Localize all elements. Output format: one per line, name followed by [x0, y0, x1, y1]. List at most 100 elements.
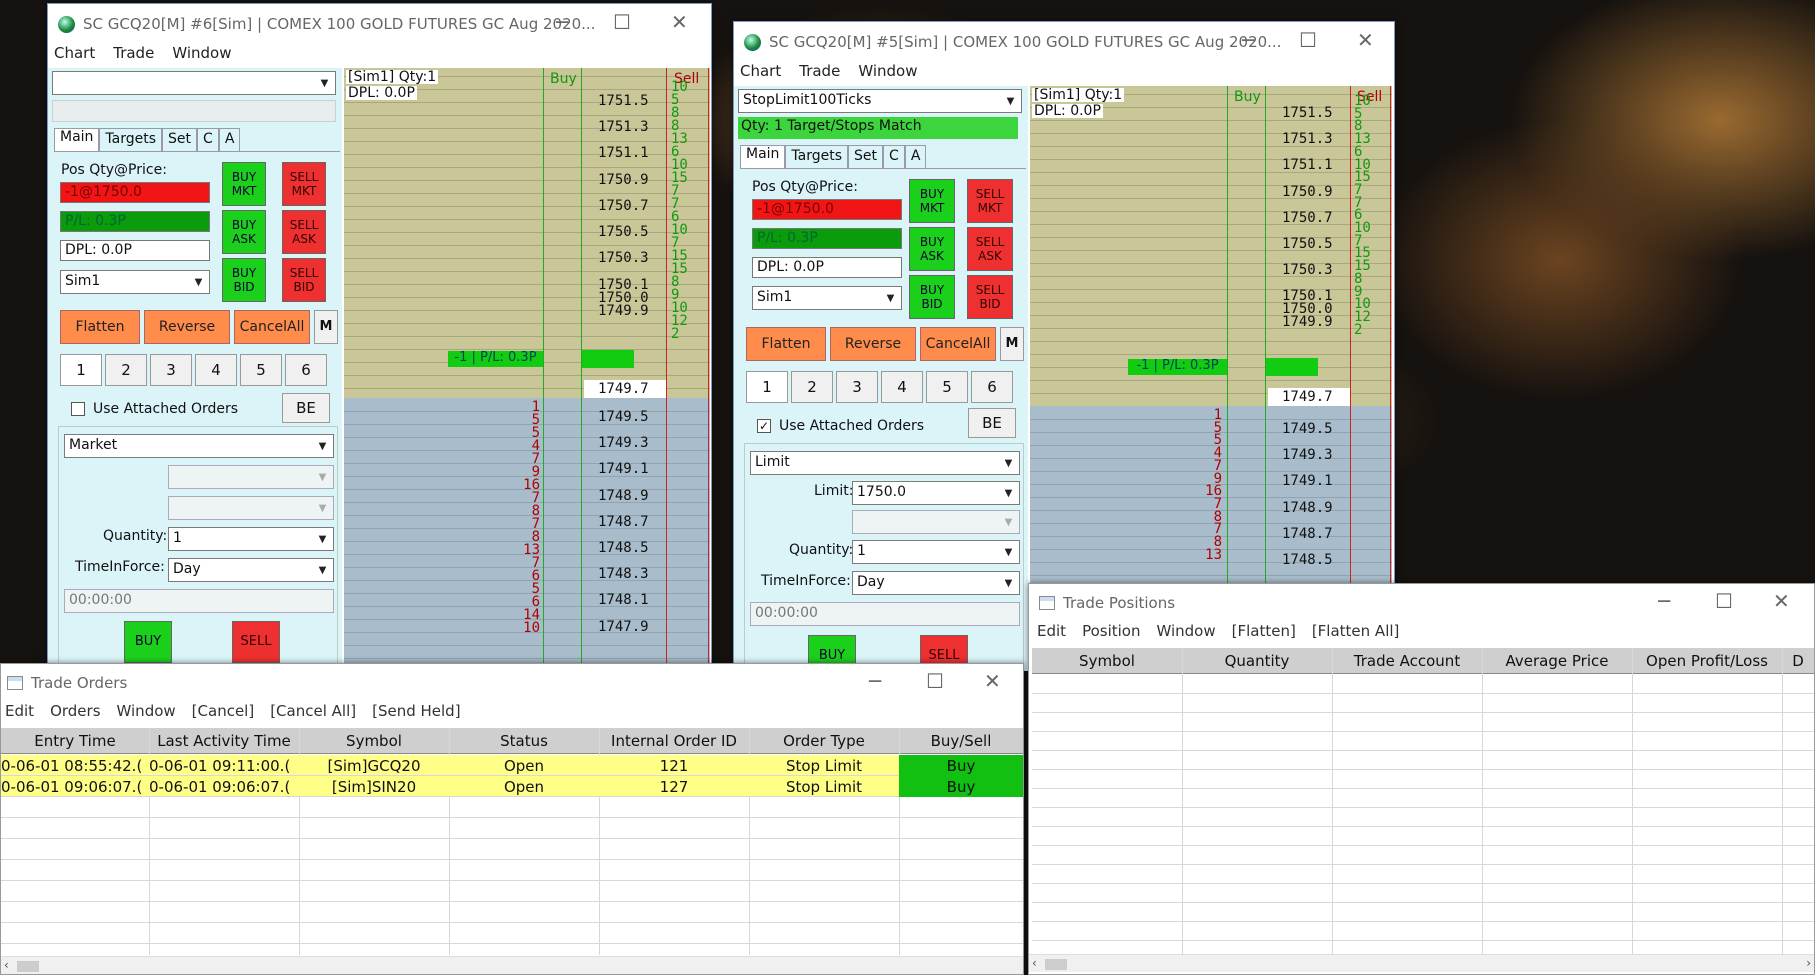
tab-main[interactable]: Main: [54, 128, 100, 151]
minimize-icon[interactable]: ─: [869, 669, 881, 693]
title-bar[interactable]: SC GCQ20[M] #6[Sim] | COMEX 100 GOLD FUT…: [48, 4, 711, 44]
buy-ask-button[interactable]: BUY ASK: [222, 210, 266, 254]
scroll-left-icon[interactable]: ‹: [4, 958, 9, 972]
sell-bid-button[interactable]: SELL BID: [282, 258, 326, 302]
breakeven-button[interactable]: BE: [282, 393, 330, 423]
flatten-button[interactable]: Flatten: [746, 327, 826, 361]
limit-price-input[interactable]: 1750.0 ▼: [852, 481, 1020, 505]
tab-main[interactable]: Main: [740, 145, 786, 168]
buy-bid-button[interactable]: BUY BID: [909, 275, 955, 319]
quantity-preset-2[interactable]: 2: [791, 371, 833, 403]
use-attached-orders-checkbox[interactable]: [71, 402, 85, 416]
title-bar[interactable]: SC GCQ20[M] #5[Sim] | COMEX 100 GOLD FUT…: [734, 22, 1394, 62]
tab-set[interactable]: Set: [848, 145, 884, 168]
menu-cancel-all[interactable]: [Cancel All]: [270, 702, 356, 726]
scroll-right-icon[interactable]: ›: [1806, 956, 1811, 970]
menu-window[interactable]: Window: [172, 44, 231, 68]
account-select[interactable]: Sim1 ▼: [60, 270, 210, 294]
buy-ask-button[interactable]: BUY ASK: [909, 227, 955, 271]
trading-config-select[interactable]: StopLimit100Ticks ▼: [738, 89, 1022, 113]
trading-config-select[interactable]: ▼: [52, 71, 336, 95]
sell-bid-button[interactable]: SELL BID: [967, 275, 1013, 319]
quantity-preset-5[interactable]: 5: [240, 354, 282, 386]
quantity-preset-4[interactable]: 4: [195, 354, 237, 386]
buy-market-button[interactable]: BUY MKT: [909, 179, 955, 223]
cancel-all-button[interactable]: CancelAll: [234, 310, 310, 344]
menu-edit[interactable]: Edit: [5, 702, 34, 726]
sell-ask-button[interactable]: SELL ASK: [282, 210, 326, 254]
m-button[interactable]: M: [1000, 327, 1024, 361]
maximize-icon[interactable]: ☐: [1299, 28, 1317, 52]
menu-trade[interactable]: Trade: [113, 44, 154, 68]
menu-cancel[interactable]: [Cancel]: [192, 702, 255, 726]
close-icon[interactable]: ✕: [1773, 589, 1790, 613]
sell-ask-button[interactable]: SELL ASK: [967, 227, 1013, 271]
quantity-preset-4[interactable]: 4: [881, 371, 923, 403]
menu-flatten[interactable]: [Flatten]: [1232, 622, 1296, 646]
account-select[interactable]: Sim1 ▼: [752, 286, 902, 310]
quantity-preset-5[interactable]: 5: [926, 371, 968, 403]
tab-c[interactable]: C: [197, 128, 219, 151]
m-button[interactable]: M: [314, 310, 338, 344]
title-bar[interactable]: Trade Positions: [1029, 584, 1814, 622]
quantity-input[interactable]: 1 ▼: [852, 540, 1020, 564]
scroll-thumb[interactable]: [1045, 959, 1067, 970]
scroll-left-icon[interactable]: ‹: [1032, 956, 1037, 970]
menu-chart[interactable]: Chart: [740, 62, 781, 86]
tif-select[interactable]: Day ▼: [168, 558, 334, 582]
tab-targets[interactable]: Targets: [785, 145, 849, 168]
menu-flatten-all[interactable]: [Flatten All]: [1312, 622, 1400, 646]
menu-window[interactable]: Window: [1156, 622, 1215, 646]
menu-position[interactable]: Position: [1082, 622, 1140, 646]
tab-set[interactable]: Set: [162, 128, 198, 151]
minimize-icon[interactable]: ─: [1658, 589, 1670, 613]
quantity-preset-6[interactable]: 6: [285, 354, 327, 386]
sell-button[interactable]: SELL: [232, 621, 280, 663]
close-icon[interactable]: ✕: [984, 669, 1001, 693]
sell-market-button[interactable]: SELL MKT: [282, 162, 326, 206]
quantity-preset-1[interactable]: 1: [60, 354, 102, 386]
positions-table[interactable]: Symbol Quantity Trade Account Average Price…: [1032, 648, 1814, 954]
tab-targets[interactable]: Targets: [99, 128, 163, 151]
quantity-preset-3[interactable]: 3: [836, 371, 878, 403]
close-icon[interactable]: ✕: [671, 10, 688, 34]
menu-window[interactable]: Window: [117, 702, 176, 726]
tif-select[interactable]: Day ▼: [852, 571, 1020, 595]
use-attached-orders-checkbox[interactable]: ✓: [757, 419, 771, 433]
menu-orders[interactable]: Orders: [50, 702, 100, 726]
menu-trade[interactable]: Trade: [799, 62, 840, 86]
menu-send-held[interactable]: [Send Held]: [372, 702, 460, 726]
breakeven-button[interactable]: BE: [968, 408, 1016, 438]
buy-bid-button[interactable]: BUY BID: [222, 258, 266, 302]
menu-window[interactable]: Window: [858, 62, 917, 86]
maximize-icon[interactable]: ☐: [926, 669, 944, 693]
quantity-preset-3[interactable]: 3: [150, 354, 192, 386]
cancel-all-button[interactable]: CancelAll: [920, 327, 996, 361]
scroll-thumb[interactable]: [17, 961, 39, 972]
price-ladder[interactable]: [Sim1] Qty:1 DPL: 0.0P Buy Sell -1 | P/L…: [344, 68, 710, 671]
tab-a[interactable]: A: [904, 145, 927, 168]
horizontal-scrollbar[interactable]: ‹ ›: [1029, 954, 1814, 972]
quantity-input[interactable]: 1 ▼: [168, 527, 334, 551]
tab-a[interactable]: A: [218, 128, 241, 151]
buy-button[interactable]: BUY: [124, 621, 172, 663]
minimize-icon[interactable]: ─: [556, 10, 568, 34]
order-type-select[interactable]: Limit ▼: [750, 451, 1020, 475]
order-type-select[interactable]: Market ▼: [64, 434, 334, 458]
quantity-preset-1[interactable]: 1: [746, 371, 788, 403]
flatten-button[interactable]: Flatten: [60, 310, 140, 344]
orders-table[interactable]: Entry Time Last Activity Time Symbol Status…: [1, 728, 1023, 955]
minimize-icon[interactable]: ─: [1242, 28, 1254, 52]
sell-market-button[interactable]: SELL MKT: [967, 179, 1013, 223]
time-input[interactable]: 00:00:00: [64, 589, 334, 613]
quantity-preset-2[interactable]: 2: [105, 354, 147, 386]
reverse-button[interactable]: Reverse: [830, 327, 916, 361]
maximize-icon[interactable]: ☐: [613, 10, 631, 34]
tab-c[interactable]: C: [883, 145, 905, 168]
time-input[interactable]: 00:00:00: [750, 602, 1020, 626]
quantity-preset-6[interactable]: 6: [971, 371, 1013, 403]
reverse-button[interactable]: Reverse: [144, 310, 230, 344]
close-icon[interactable]: ✕: [1357, 28, 1374, 52]
buy-market-button[interactable]: BUY MKT: [222, 162, 266, 206]
menu-edit[interactable]: Edit: [1037, 622, 1066, 646]
